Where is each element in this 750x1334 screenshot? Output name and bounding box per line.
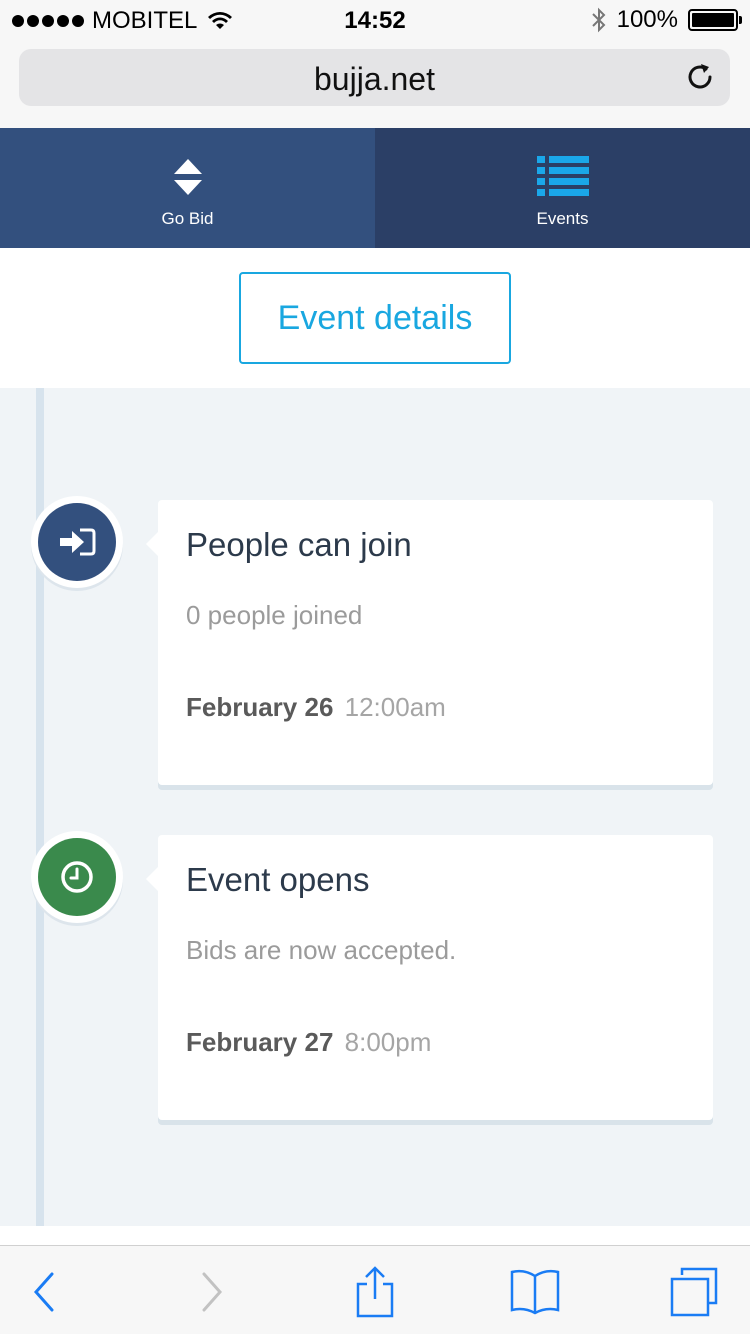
tabs-icon[interactable]: [668, 1267, 720, 1317]
share-icon[interactable]: [355, 1266, 395, 1318]
status-right: 100%: [591, 6, 742, 34]
forward-icon[interactable]: [200, 1272, 224, 1312]
timeline-badge-join: [31, 496, 123, 588]
forward-button[interactable]: [182, 1264, 242, 1320]
card-title: People can join: [186, 526, 412, 563]
card-title: Event opens: [186, 861, 370, 898]
url-text[interactable]: bujja.net: [19, 61, 730, 98]
browser-toolbar: [0, 1245, 750, 1334]
card-date-time: 12:00am: [344, 692, 446, 722]
list-icon: [536, 156, 589, 198]
card-subtitle: 0 people joined: [186, 600, 363, 630]
card-subtitle: Bids are now accepted.: [186, 935, 457, 965]
event-details-button[interactable]: Event details: [239, 272, 511, 364]
bookmarks-button[interactable]: [505, 1264, 565, 1320]
timeline-card-join: People can join 0 people joined February…: [146, 500, 713, 785]
timeline: People can join 0 people joined February…: [0, 388, 750, 1226]
card-date-day: February 26: [186, 692, 334, 722]
reload-icon[interactable]: [684, 61, 716, 93]
share-button[interactable]: [345, 1264, 405, 1320]
timeline-badge-open: [31, 831, 123, 923]
timeline-card-open: Event opens Bids are now accepted. Febru…: [146, 835, 713, 1120]
battery-percent: 100%: [616, 6, 678, 33]
app-nav: Go Bid Events: [0, 128, 750, 248]
address-bar[interactable]: bujja.net: [19, 49, 730, 106]
bookmarks-icon[interactable]: [509, 1268, 561, 1316]
tab-go-bid[interactable]: Go Bid: [0, 128, 375, 248]
card-date: February 27 8:00pm: [186, 1027, 431, 1058]
tab-events[interactable]: Events: [375, 128, 750, 248]
back-button[interactable]: [14, 1264, 74, 1320]
battery-fill: [692, 13, 734, 27]
sort-arrows-icon: [172, 156, 204, 198]
tab-go-bid-label: Go Bid: [161, 209, 214, 228]
bluetooth-icon: [591, 7, 606, 33]
status-bar: MOBITEL 14:52 100%: [0, 0, 750, 40]
browser-top-bar: bujja.net: [0, 40, 750, 128]
battery-icon: [688, 9, 742, 31]
card-date-time: 8:00pm: [344, 1027, 432, 1057]
sign-in-icon: [38, 503, 116, 581]
card-date-day: February 27: [186, 1027, 334, 1057]
tab-events-label: Events: [536, 209, 589, 228]
back-icon[interactable]: [32, 1272, 56, 1312]
details-area: Event details: [0, 248, 750, 388]
tabs-button[interactable]: [664, 1264, 724, 1320]
clock-icon: [38, 838, 116, 916]
card-date: February 26 12:00am: [186, 692, 446, 723]
